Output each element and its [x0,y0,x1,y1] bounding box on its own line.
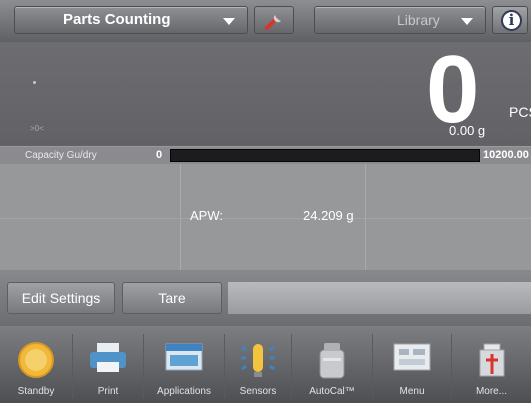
nav-menu[interactable]: Menu [373,326,451,403]
library-dropdown-label: Library [397,12,440,28]
apw-value: 24.209 g [303,208,354,223]
applications-icon [165,343,203,371]
chevron-down-icon [223,18,235,25]
nav-label: More... [475,386,508,397]
action-bar-empty [228,282,531,314]
tare-button[interactable]: Tare [122,282,222,314]
action-bar: Edit Settings Tare [0,270,531,326]
capacity-max: 10200.00 [483,149,529,161]
field-divider [365,164,366,270]
nav-label: Print [97,386,119,397]
nav-sensors[interactable]: Sensors [225,326,291,403]
autocal-icon [319,343,345,379]
library-dropdown[interactable]: Library [314,6,486,34]
chevron-down-icon [461,18,473,25]
capacity-bar: Capacity Gu/dry 0 10200.00 [0,146,531,164]
info-icon: i [501,10,522,31]
indicator-label: >0< [30,124,44,133]
field-divider [180,164,181,270]
nav-label: AutoCal™ [309,386,355,397]
application-dropdown-label: Parts Counting [63,11,171,28]
nav-applications[interactable]: Applications [144,326,224,403]
nav-autocal[interactable]: AutoCal™ [292,326,372,403]
application-dropdown[interactable]: Parts Counting [14,6,248,34]
wrench-icon [265,15,281,30]
field-divider [0,218,531,219]
nav-label: Standby [17,386,55,397]
menu-icon [393,343,431,371]
edit-settings-button[interactable]: Edit Settings [7,282,115,314]
capacity-min: 0 [156,149,163,161]
bottom-nav: Standby Print Applications Sensors AutoC… [0,326,531,403]
sensors-icon [241,344,275,377]
count-unit: PCS [509,104,531,120]
nav-more[interactable]: More... [452,326,531,403]
nav-print[interactable]: Print [73,326,143,403]
reference-fields [0,164,531,270]
more-icon [479,343,504,377]
nav-label: Applications [157,386,211,397]
settings-tool-button[interactable] [254,6,294,34]
weight-display: >0< 0 PCS 0.00 g [0,38,531,146]
apw-label: APW: [190,208,223,223]
capacity-label: Capacity Gu/dry [25,150,97,161]
stability-indicator [33,81,36,84]
printer-icon [90,343,126,372]
nav-standby[interactable]: Standby [0,326,72,403]
capacity-track [170,149,480,162]
standby-icon [18,342,54,378]
nav-label: Sensors [239,386,277,397]
gross-weight: 0.00 g [449,123,486,138]
info-button[interactable]: i [492,6,528,34]
nav-label: Menu [399,386,425,397]
